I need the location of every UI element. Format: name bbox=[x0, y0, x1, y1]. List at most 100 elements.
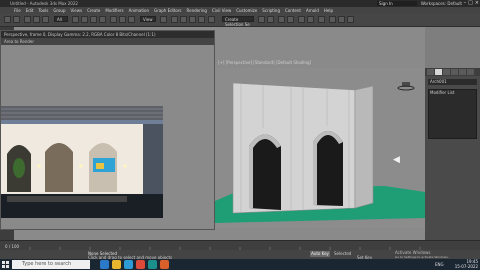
render-wall-light bbox=[37, 164, 41, 168]
hierarchy-tab-icon[interactable] bbox=[443, 69, 450, 75]
viewport-label[interactable]: [+] [Perspective] [Standard] [Default Sh… bbox=[218, 60, 311, 65]
menu-animation[interactable]: Animation bbox=[129, 8, 149, 13]
menu-views[interactable]: Views bbox=[71, 8, 83, 13]
menu-graph-editors[interactable]: Graph Editors bbox=[154, 8, 181, 13]
rendered-frame-window-icon[interactable] bbox=[338, 16, 345, 23]
clock-date: 15-07-2022 bbox=[454, 264, 478, 269]
render-wall-light bbox=[123, 164, 127, 168]
maximize-icon[interactable]: □ bbox=[468, 0, 473, 6]
close-icon[interactable]: × bbox=[475, 0, 479, 6]
render-wall-light bbox=[79, 164, 83, 168]
activate-windows-watermark: Activate Windows Go to Settings to activ… bbox=[395, 250, 449, 259]
pivot-center-icon[interactable] bbox=[160, 16, 167, 23]
edit-named-selection-icon[interactable] bbox=[208, 16, 215, 23]
windows-taskbar: Type here to search ENG 19:45 15-07-2022 bbox=[0, 259, 480, 270]
speaker-icon: ◀ bbox=[393, 155, 400, 165]
chrome-icon[interactable] bbox=[136, 260, 145, 269]
perspective-viewport[interactable] bbox=[215, 68, 425, 228]
select-by-name-icon[interactable] bbox=[81, 16, 88, 23]
angle-snap-icon[interactable] bbox=[180, 16, 187, 23]
create-tab-icon[interactable] bbox=[427, 69, 434, 75]
undo-icon[interactable] bbox=[4, 16, 11, 23]
minimize-icon[interactable]: – bbox=[464, 0, 467, 6]
timeline[interactable]: 0 / 100 bbox=[0, 240, 480, 250]
selected-dropdown[interactable]: Selected bbox=[334, 251, 351, 256]
render-window-title: Perspective, frame 0, Display Gamma: 2.2… bbox=[1, 31, 214, 38]
app-icon[interactable] bbox=[160, 260, 169, 269]
redo-icon[interactable] bbox=[13, 16, 20, 23]
motion-tab-icon[interactable] bbox=[451, 69, 458, 75]
mirror-icon[interactable] bbox=[258, 16, 265, 23]
render-tv-image bbox=[96, 163, 104, 169]
edge-icon[interactable] bbox=[124, 260, 133, 269]
taskbar-clock[interactable]: 19:45 15-07-2022 bbox=[455, 259, 478, 269]
selection-filter-dropdown[interactable]: All bbox=[54, 16, 68, 22]
align-icon[interactable] bbox=[267, 16, 274, 23]
modifier-list-dropdown[interactable]: Modifier List bbox=[430, 90, 454, 95]
render-floor-reflection bbox=[7, 196, 127, 202]
windows-start-icon[interactable] bbox=[2, 261, 9, 268]
unlink-icon[interactable] bbox=[33, 16, 40, 23]
named-selection-set-field[interactable]: Create Selection Se bbox=[222, 16, 254, 27]
menu-create[interactable]: Create bbox=[87, 8, 100, 13]
curve-editor-icon[interactable] bbox=[298, 16, 305, 23]
window-crossing-icon[interactable] bbox=[99, 16, 106, 23]
start-tile bbox=[6, 261, 9, 264]
material-editor-icon[interactable] bbox=[318, 16, 325, 23]
menu-civil-view[interactable]: Civil View bbox=[212, 8, 231, 13]
render-window-toolbar[interactable]: Area to Render bbox=[1, 38, 214, 45]
file-explorer-icon[interactable] bbox=[112, 260, 121, 269]
menu-file[interactable]: File bbox=[14, 8, 21, 13]
command-panel-header bbox=[425, 27, 480, 68]
select-object-icon[interactable] bbox=[72, 16, 79, 23]
reference-coordinate-dropdown[interactable]: View bbox=[140, 16, 156, 22]
menu-edit[interactable]: Edit bbox=[26, 8, 34, 13]
menu-rendering[interactable]: Rendering bbox=[187, 8, 207, 13]
menu-arnold[interactable]: Arnold bbox=[306, 8, 319, 13]
window-title: Untitled - Autodesk 3ds Max 2022 bbox=[10, 1, 78, 6]
percent-snap-icon[interactable] bbox=[189, 16, 196, 23]
title-bar: Untitled - Autodesk 3ds Max 2022 Sign In… bbox=[0, 0, 480, 7]
menu-group[interactable]: Group bbox=[53, 8, 65, 13]
move-icon[interactable] bbox=[110, 16, 117, 23]
spinner-snap-icon[interactable] bbox=[198, 16, 205, 23]
modifier-stack[interactable] bbox=[428, 89, 477, 139]
render-production-icon[interactable] bbox=[347, 16, 354, 23]
workspace-selector[interactable]: Workspaces: Default bbox=[421, 1, 462, 6]
bind-space-warp-icon[interactable] bbox=[42, 16, 49, 23]
rendered-image bbox=[1, 106, 163, 218]
scale-icon[interactable] bbox=[128, 16, 135, 23]
object-name-field[interactable]: Arch001 bbox=[428, 79, 477, 85]
render-setup-icon[interactable] bbox=[329, 16, 336, 23]
rendered-frame-window[interactable]: Perspective, frame 0, Display Gamma: 2.2… bbox=[0, 30, 215, 230]
viewport-scene bbox=[215, 82, 425, 223]
menu-scripting[interactable]: Scripting bbox=[262, 8, 280, 13]
snap-toggle-icon[interactable] bbox=[171, 16, 178, 23]
display-tab-icon[interactable] bbox=[459, 69, 466, 75]
3ds-max-icon[interactable] bbox=[148, 260, 157, 269]
start-tile bbox=[6, 265, 9, 268]
menu-modifiers[interactable]: Modifiers bbox=[105, 8, 123, 13]
command-panel-tabs bbox=[425, 68, 480, 76]
auto-key-button[interactable]: Auto Key bbox=[310, 251, 330, 257]
menu-content[interactable]: Content bbox=[285, 8, 301, 13]
start-tile bbox=[2, 261, 5, 264]
start-tile bbox=[2, 265, 5, 268]
link-icon[interactable] bbox=[24, 16, 31, 23]
task-view-icon[interactable] bbox=[100, 260, 109, 269]
menu-help[interactable]: Help bbox=[324, 8, 333, 13]
rotate-icon[interactable] bbox=[119, 16, 126, 23]
menu-tools[interactable]: Tools bbox=[38, 8, 48, 13]
taskbar-search-input[interactable]: Type here to search bbox=[12, 260, 90, 269]
viewcube-icon[interactable] bbox=[397, 80, 415, 92]
layer-explorer-icon[interactable] bbox=[287, 16, 294, 23]
modify-tab-icon[interactable] bbox=[435, 69, 442, 75]
language-indicator[interactable]: ENG bbox=[435, 262, 444, 267]
scene-explorer-icon[interactable] bbox=[278, 16, 285, 23]
main-toolbar: All View Create Selection Se bbox=[0, 13, 480, 27]
utilities-tab-icon[interactable] bbox=[467, 69, 474, 75]
schematic-view-icon[interactable] bbox=[307, 16, 314, 23]
sign-in-button[interactable]: Sign In bbox=[377, 1, 417, 6]
menu-customize[interactable]: Customize bbox=[236, 8, 257, 13]
rectangular-selection-icon[interactable] bbox=[90, 16, 97, 23]
